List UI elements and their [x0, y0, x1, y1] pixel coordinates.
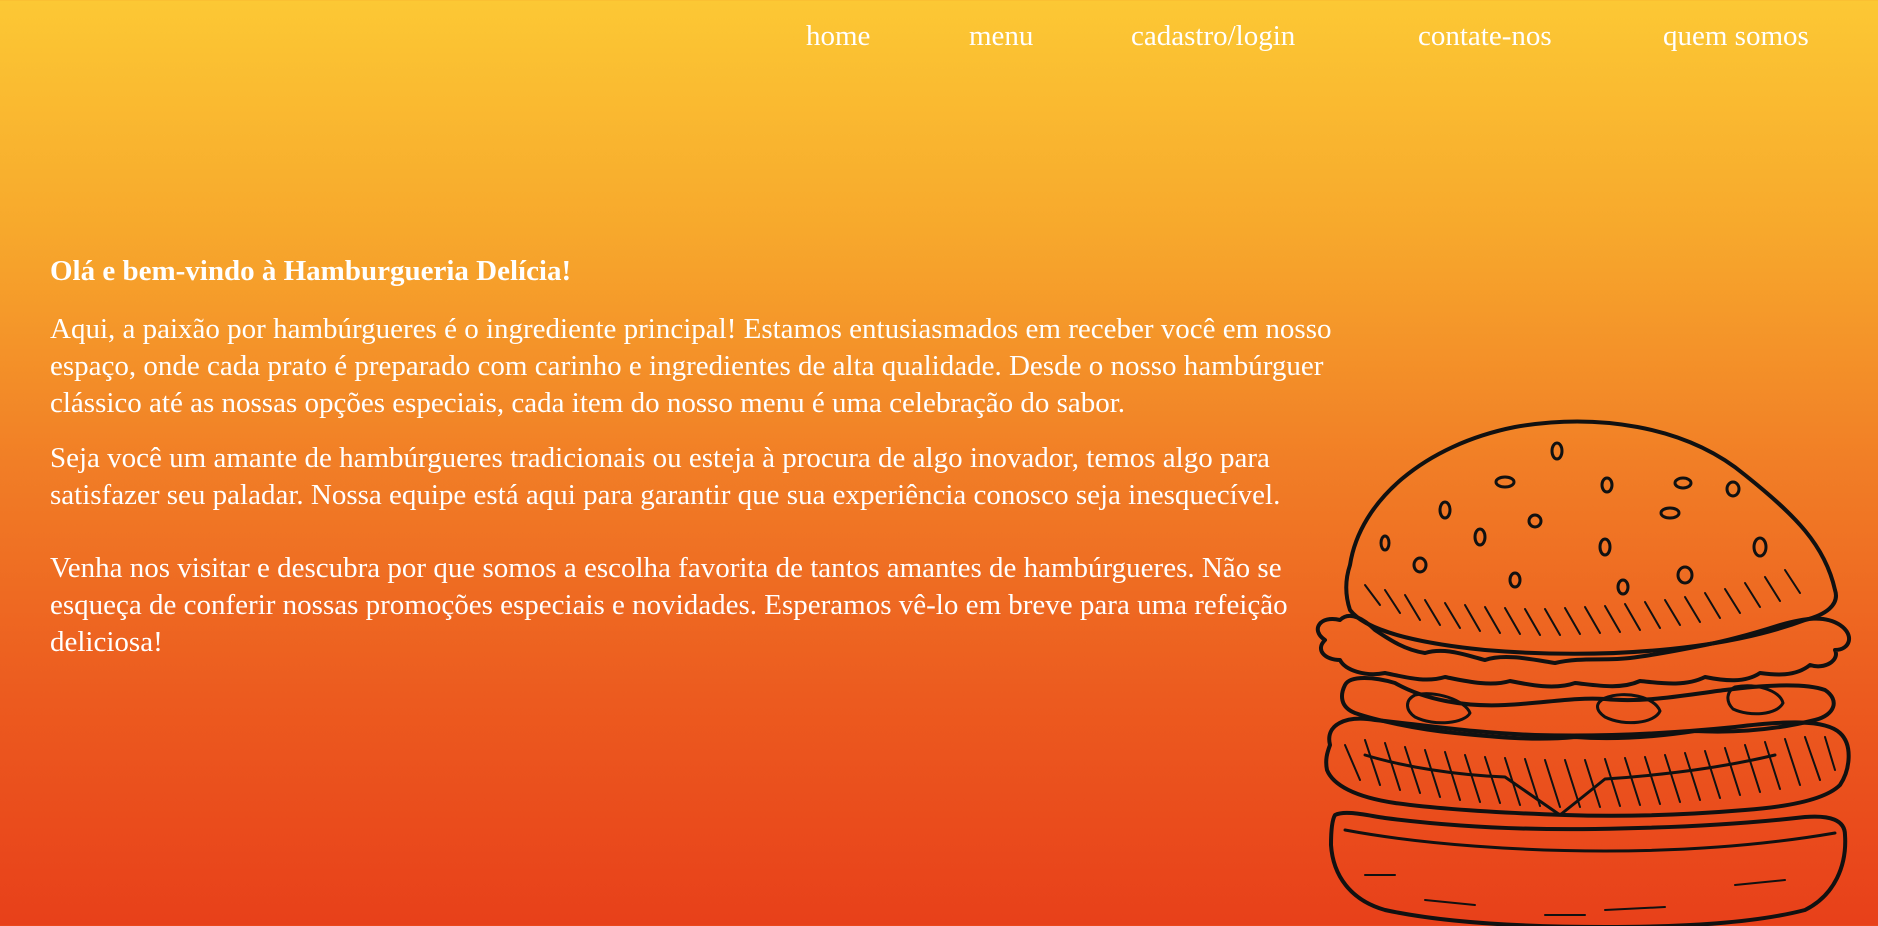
nav-quem-somos-link[interactable]: quem somos: [1663, 20, 1809, 53]
nav-menu-link[interactable]: menu: [969, 20, 1033, 53]
experience-paragraph: Seja você um amante de hambúrgueres trad…: [50, 441, 1281, 511]
nav-home-link[interactable]: home: [806, 20, 870, 53]
nav-contate-nos-link[interactable]: contate-nos: [1418, 20, 1552, 53]
nav-cadastro-login-link[interactable]: cadastro/login: [1131, 20, 1295, 53]
visit-paragraph: Venha nos visitar e descubra por que som…: [50, 551, 1288, 658]
page-title: Olá e bem-vindo à Hamburgueria Delícia!: [50, 255, 572, 287]
lettuce: [1315, 613, 1851, 689]
bottom-bun: [1329, 810, 1848, 926]
intro-paragraph: Aqui, a paixão por hambúrgueres é o ingr…: [50, 312, 1332, 419]
hamburger-illustration-icon: [1315, 419, 1851, 926]
top-nav: home menu cadastro/login contate-nos que…: [806, 20, 1836, 60]
welcome-section: Olá e bem-vindo à Hamburgueria Delícia! …: [50, 254, 1340, 679]
